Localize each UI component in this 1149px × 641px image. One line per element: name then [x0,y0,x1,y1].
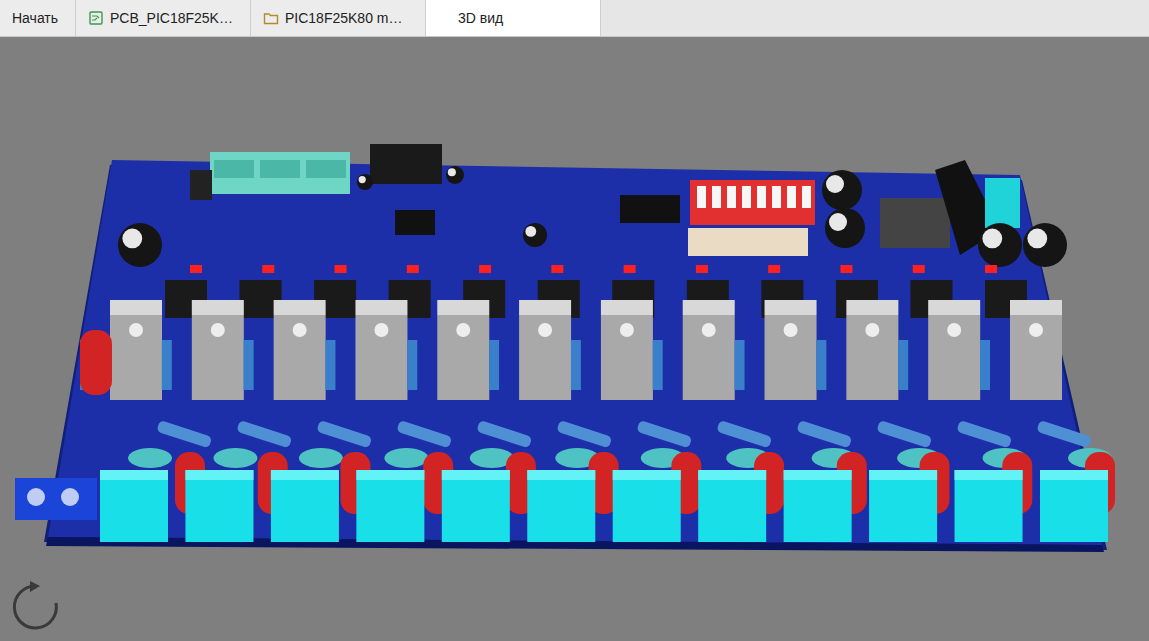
app-window: Начать PCB_PIC18F25K… PIC18F25K80 m… 3D вид [0,0,1149,641]
tab[interactable]: Начать [0,0,76,36]
tab-label: 3D вид [458,8,503,28]
pcb-3d-render[interactable] [0,37,1149,637]
rotate-icon[interactable] [10,581,62,633]
tab-label: Начать [12,8,58,28]
tab-label: PIC18F25K80 m… [285,8,403,28]
folder-icon [263,10,279,26]
tab[interactable]: PCB_PIC18F25K… [76,0,251,36]
tab[interactable]: 3D вид [426,0,601,36]
pcb-document-icon [88,10,104,26]
tab-label: PCB_PIC18F25K… [110,8,233,28]
tab[interactable]: PIC18F25K80 m… [251,0,426,36]
tab-bar: Начать PCB_PIC18F25K… PIC18F25K80 m… 3D вид [0,0,1149,37]
3d-viewport[interactable] [0,37,1149,641]
